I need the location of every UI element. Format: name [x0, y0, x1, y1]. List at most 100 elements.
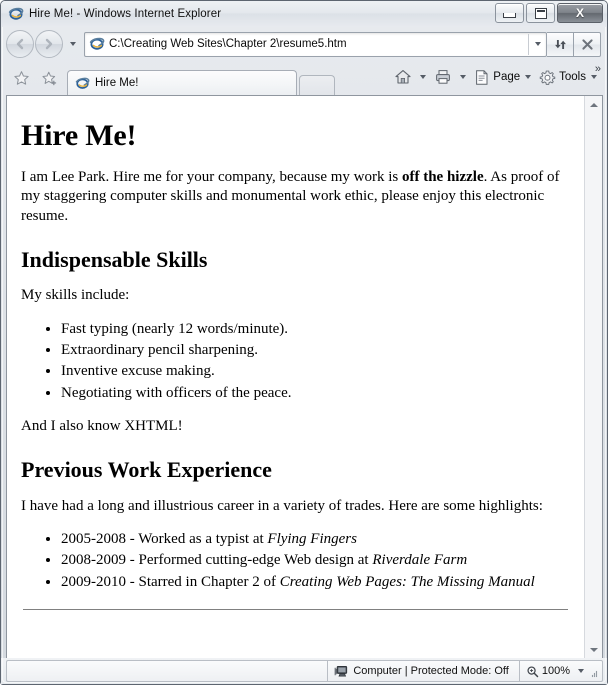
- forward-button[interactable]: [35, 30, 63, 58]
- address-bar: C:\Creating Web Sites\Chapter 2\resume5.…: [1, 27, 607, 61]
- status-message-area: [6, 660, 328, 682]
- chevron-down-icon: [591, 75, 597, 79]
- computer-icon: [335, 665, 348, 677]
- printer-icon: [436, 70, 451, 84]
- skills-list: Fast typing (nearly 12 words/minute). Ex…: [21, 319, 570, 404]
- scroll-up-button[interactable]: [585, 96, 602, 113]
- intro-paragraph: I am Lee Park. Hire me for your company,…: [21, 168, 570, 227]
- experience-italic: Riverdale Farm: [372, 552, 468, 569]
- experience-text: 2005-2008 - Worked as a typist at: [61, 531, 268, 548]
- list-item: Fast typing (nearly 12 words/minute).: [61, 319, 570, 340]
- chevron-down-icon: [70, 42, 76, 46]
- tab-hire-me[interactable]: Hire Me!: [67, 70, 297, 95]
- security-zone-text: Computer | Protected Mode: Off: [353, 665, 509, 677]
- address-dropdown-button[interactable]: [528, 33, 546, 55]
- experience-text: 2009-2010 - Starred in Chapter 2 of: [61, 573, 280, 590]
- experience-intro: I have had a long and illustrious career…: [21, 497, 543, 514]
- content-area: Hire Me! I am Lee Park. Hire me for your…: [6, 95, 603, 658]
- chevron-down-icon: [525, 75, 532, 79]
- tools-label: Tools: [559, 71, 586, 83]
- navigation-buttons: [6, 30, 82, 58]
- tab-strip: Hire Me!: [67, 63, 386, 95]
- gear-icon: [539, 70, 556, 85]
- chevron-down-icon: [460, 75, 467, 79]
- star-plus-icon: [41, 71, 56, 85]
- experience-list: 2005-2008 - Worked as a typist at Flying…: [21, 529, 570, 593]
- command-bar: Hire Me! Page Tools »: [1, 61, 607, 95]
- window-controls: X: [495, 3, 603, 23]
- intro-bold-text: off the hizzle: [401, 168, 484, 185]
- list-item: 2005-2008 - Worked as a typist at Flying…: [61, 529, 570, 550]
- minimize-icon: [503, 12, 516, 18]
- experience-heading: Previous Work Experience: [21, 457, 272, 483]
- star-icon: [13, 70, 29, 85]
- address-url-text: C:\Creating Web Sites\Chapter 2\resume5.…: [109, 38, 347, 50]
- toolbar-overflow-button[interactable]: »: [595, 63, 601, 75]
- recent-pages-button[interactable]: [66, 42, 80, 46]
- home-dropdown-button[interactable]: [420, 75, 427, 79]
- security-zone-indicator[interactable]: Computer | Protected Mode: Off: [327, 660, 520, 682]
- stop-button[interactable]: [574, 31, 601, 57]
- zoom-level-text: 100%: [541, 665, 570, 677]
- back-arrow-icon: [16, 38, 24, 50]
- intro-text-before: I am Lee Park. Hire me for your company,…: [21, 168, 402, 185]
- list-item: Negotiating with officers of the peace.: [61, 383, 570, 404]
- experience-text: 2008-2009 - Performed cutting-edge Web d…: [61, 552, 373, 569]
- favorites-buttons: [7, 63, 63, 95]
- close-button[interactable]: X: [557, 3, 603, 23]
- home-button[interactable]: [392, 66, 432, 88]
- address-input[interactable]: C:\Creating Web Sites\Chapter 2\resume5.…: [84, 31, 547, 57]
- forward-arrow-icon: [45, 38, 53, 50]
- chevron-down-icon: [420, 75, 427, 79]
- browser-window: Hire Me! - Windows Internet Explorer X C…: [0, 0, 608, 685]
- page-menu-button[interactable]: Page: [472, 66, 537, 88]
- experience-italic: Flying Fingers: [267, 531, 357, 548]
- window-title: Hire Me! - Windows Internet Explorer: [29, 8, 222, 20]
- stop-x-icon: [581, 38, 593, 50]
- add-to-favorites-button[interactable]: [35, 65, 63, 91]
- list-item: 2009-2010 - Starred in Chapter 2 of Crea…: [61, 572, 570, 593]
- command-buttons: Page Tools: [386, 62, 603, 95]
- refresh-icon: [554, 39, 566, 49]
- internet-explorer-icon: [8, 6, 24, 22]
- list-item: Extraordinary pencil sharpening.: [61, 340, 570, 361]
- xhtml-paragraph: And I also know XHTML!: [21, 417, 183, 434]
- print-dropdown-button[interactable]: [460, 75, 467, 79]
- title-bar[interactable]: Hire Me! - Windows Internet Explorer X: [1, 1, 607, 27]
- web-page-document: Hire Me! I am Lee Park. Hire me for your…: [7, 96, 584, 658]
- chevron-down-icon[interactable]: [578, 669, 584, 673]
- list-item: Inventive excuse making.: [61, 361, 570, 382]
- zoom-control[interactable]: 100%: [519, 660, 603, 682]
- experience-italic: Creating Web Pages: The Missing Manual: [279, 573, 535, 590]
- internet-explorer-icon: [89, 36, 105, 52]
- scroll-down-arrow-icon: [589, 647, 598, 652]
- status-bar: Computer | Protected Mode: Off 100%: [1, 658, 607, 684]
- magnifier-icon: [527, 665, 539, 677]
- favorites-center-button[interactable]: [7, 65, 35, 91]
- maximize-icon: [534, 7, 547, 19]
- page-icon: [476, 69, 488, 85]
- list-item: 2008-2009 - Performed cutting-edge Web d…: [61, 550, 570, 571]
- new-tab-button[interactable]: [299, 75, 335, 95]
- minimize-button[interactable]: [495, 3, 524, 23]
- page-label: Page: [493, 71, 521, 83]
- chevron-down-icon: [534, 42, 541, 46]
- close-icon: X: [575, 6, 584, 20]
- page-dropdown-button[interactable]: [525, 75, 532, 79]
- scrollbar-track[interactable]: [585, 113, 602, 641]
- page-title: Hire Me!: [21, 119, 137, 152]
- tab-label: Hire Me!: [95, 77, 139, 89]
- tools-dropdown-button[interactable]: [591, 75, 597, 79]
- home-icon: [395, 70, 411, 84]
- refresh-button[interactable]: [547, 31, 574, 57]
- vertical-scrollbar[interactable]: [584, 96, 602, 658]
- back-button[interactable]: [6, 30, 34, 58]
- internet-explorer-icon: [75, 76, 90, 91]
- maximize-button[interactable]: [526, 3, 555, 23]
- resize-grip-icon[interactable]: [586, 665, 598, 678]
- skills-heading: Indispensable Skills: [21, 247, 208, 272]
- scroll-down-button[interactable]: [585, 641, 602, 658]
- skills-intro: My skills include:: [21, 287, 130, 304]
- tools-menu-button[interactable]: Tools: [537, 66, 603, 88]
- print-button[interactable]: [432, 66, 472, 88]
